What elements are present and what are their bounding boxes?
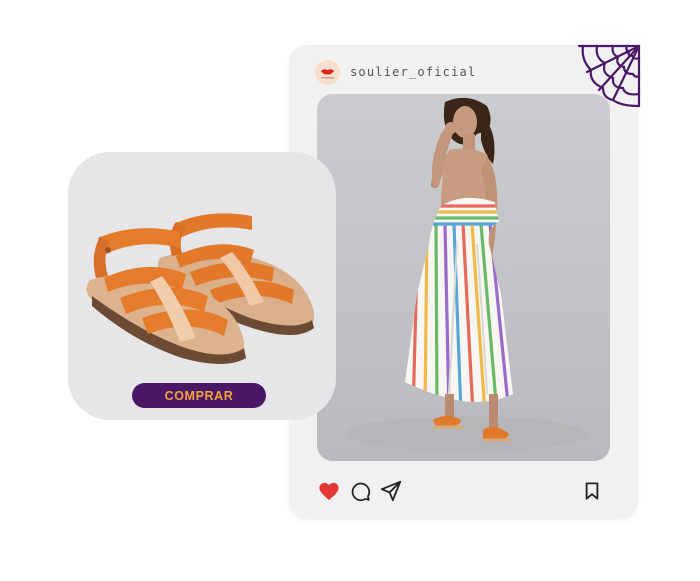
comment-button[interactable]	[348, 479, 372, 503]
like-button[interactable]	[317, 479, 341, 503]
heart-filled-icon	[319, 482, 339, 501]
orange-sandals-image	[86, 213, 315, 364]
bookmark-icon	[585, 482, 599, 500]
buy-button[interactable]: COMPRAR	[132, 383, 266, 408]
instagram-post-collage: soulier_oficial COMPRAR	[0, 0, 700, 581]
post-header: soulier_oficial	[315, 59, 476, 85]
post-card: soulier_oficial	[289, 44, 641, 519]
post-action-bar	[317, 479, 610, 505]
send-arrow-icon	[380, 480, 402, 502]
share-button[interactable]	[379, 479, 403, 503]
save-button[interactable]	[580, 479, 604, 503]
comment-bubble-icon	[351, 482, 370, 501]
post-photo[interactable]	[317, 94, 610, 461]
username[interactable]: soulier_oficial	[350, 65, 476, 79]
brand-logo-icon	[315, 59, 340, 85]
brand-avatar[interactable]	[315, 59, 340, 85]
product-card[interactable]: COMPRAR	[68, 152, 336, 420]
model-photo-image	[317, 94, 610, 461]
